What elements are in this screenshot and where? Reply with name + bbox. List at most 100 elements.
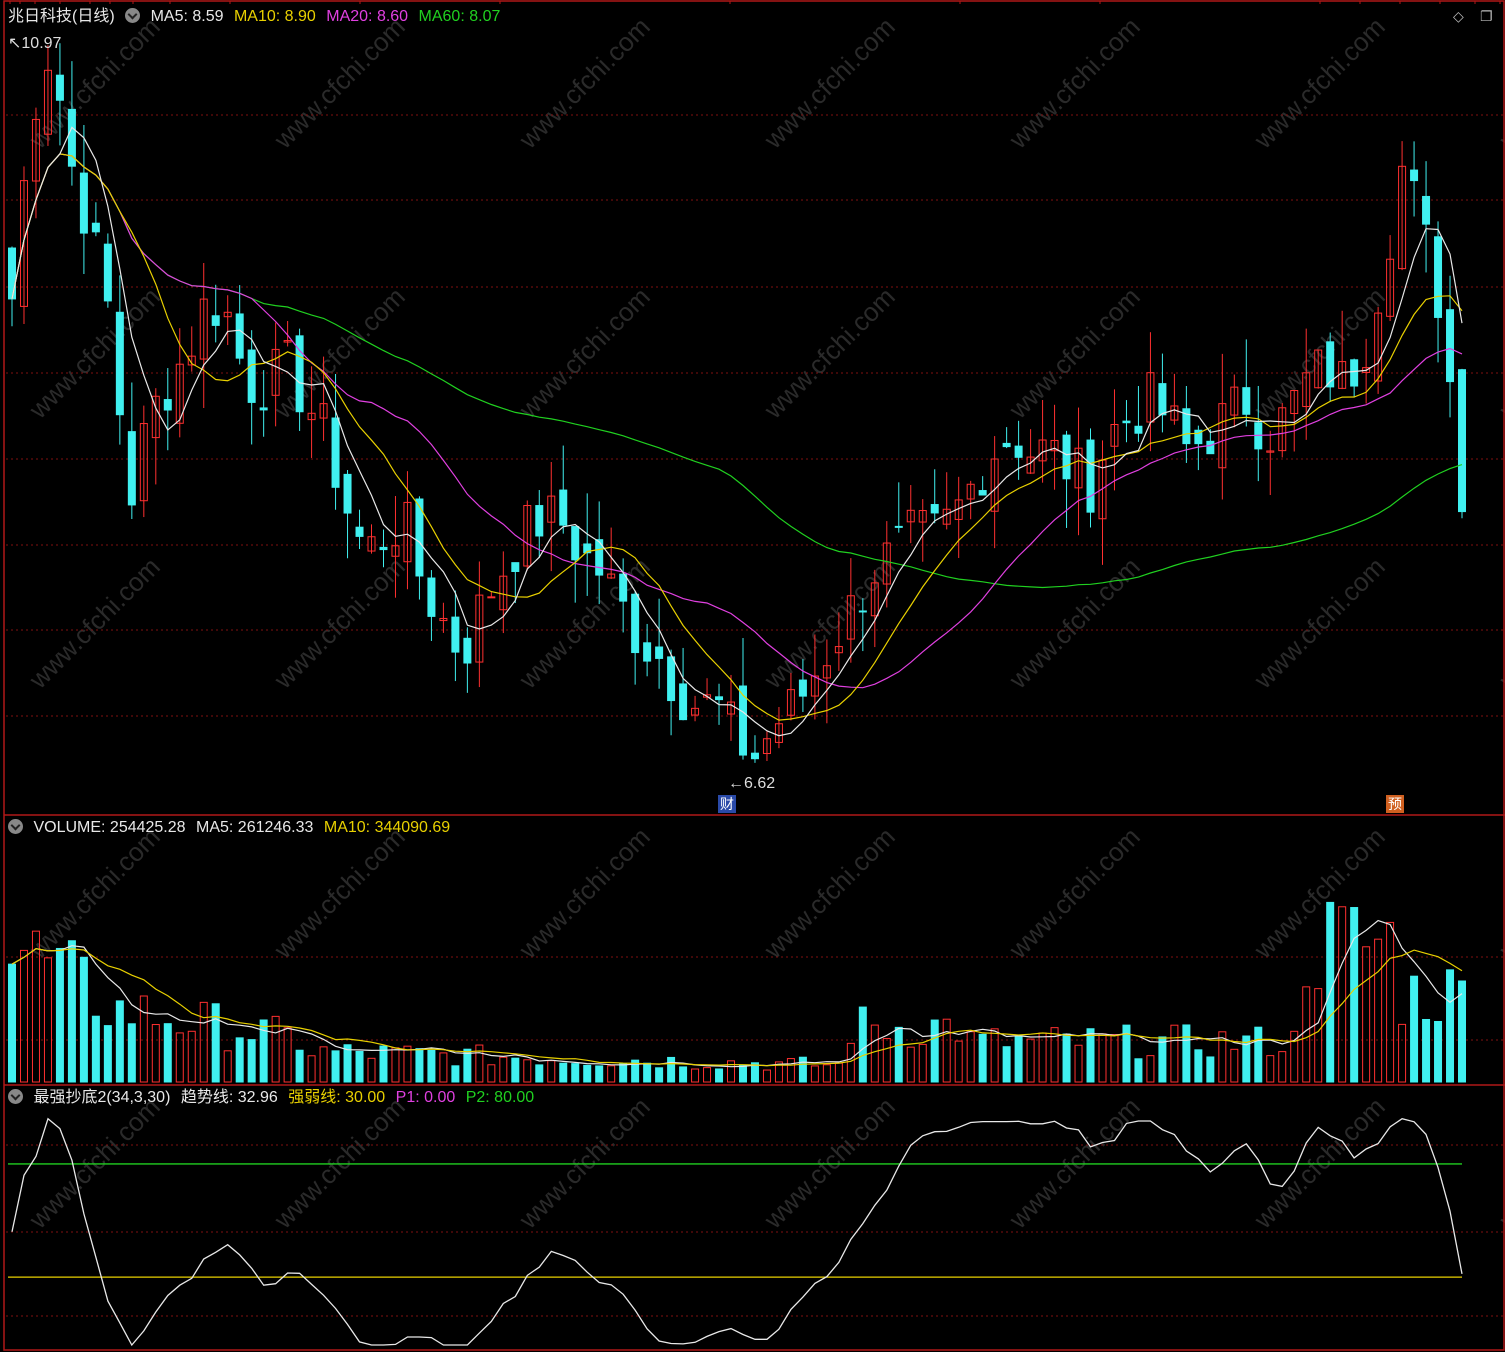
volume-bar <box>463 1048 472 1083</box>
volume-bar <box>1002 1046 1011 1083</box>
candle-body <box>715 696 724 701</box>
tag-cai[interactable]: 财 <box>718 795 736 813</box>
candle-body <box>91 222 100 233</box>
volume-bar <box>1350 907 1359 1083</box>
candle-body <box>1122 420 1131 424</box>
watermark-text: www.cfchi.com <box>757 11 900 154</box>
volume-bar <box>1134 1058 1143 1083</box>
volume-bar <box>954 1040 963 1083</box>
p1-label: P1: 0.00 <box>395 1089 456 1106</box>
tag-yu[interactable]: 预 <box>1386 795 1404 813</box>
watermark-text: www.cfchi.com <box>22 551 165 694</box>
ma5-line <box>11 126 1463 737</box>
volume-bar <box>127 1023 136 1083</box>
volume-bar <box>1194 1049 1203 1083</box>
candle-body <box>1014 445 1023 458</box>
volume-bar <box>1314 988 1323 1083</box>
ma10-label: MA10: 8.90 <box>233 8 316 25</box>
volume-bar <box>307 1055 316 1083</box>
ma60-label: MA60: 8.07 <box>418 8 501 25</box>
volume-bar <box>822 1064 831 1083</box>
volume-bar <box>1014 1035 1023 1083</box>
volume-bar <box>19 949 28 1083</box>
candle-body <box>1206 440 1215 455</box>
watermark-text: www.cfchi.com <box>1247 11 1390 154</box>
volume-bar <box>655 1067 664 1083</box>
price-panel[interactable] <box>8 43 1466 763</box>
candle-body <box>511 562 520 572</box>
volume-legend: VOLUME: 254425.28 MA5: 261246.33 MA10: 3… <box>8 818 456 838</box>
volume-bar <box>1170 1024 1179 1083</box>
price-high-label: 10.97 <box>21 35 62 52</box>
volume-panel[interactable] <box>8 901 1466 1083</box>
volume-bar <box>1386 921 1395 1083</box>
kline-chart-canvas[interactable]: www.cfchi.com www.cfchi.com www.cfchi.com w… <box>0 0 1505 1352</box>
volume-bar <box>187 1030 196 1083</box>
indicator-legend: 最强抄底2(34,3,30) 趋势线: 32.96 强弱线: 30.00 P1:… <box>8 1088 540 1108</box>
watermark-text: www.cfchi.com <box>512 1091 655 1234</box>
candle-body <box>1350 359 1359 387</box>
volume-bar <box>738 1065 747 1083</box>
stock-title[interactable]: 兆日科技(日线) <box>8 8 115 25</box>
watermark-text: www.cfchi.com <box>1002 281 1145 424</box>
restore-icon[interactable]: ❐ <box>1480 8 1493 25</box>
candle-body <box>798 679 807 697</box>
volume-bar <box>415 1048 424 1083</box>
price-low-label: ←6.62 <box>728 775 776 792</box>
volume-bar <box>1446 969 1455 1083</box>
volume-bar <box>91 1015 100 1083</box>
volume-bar <box>211 1003 220 1083</box>
volume-bar <box>355 1050 364 1083</box>
candle-body <box>115 311 124 416</box>
volume-bar <box>103 1025 112 1083</box>
watermark-text: www.cfchi.com <box>1002 821 1145 964</box>
volume-bar <box>978 1033 987 1083</box>
candle-body <box>655 646 664 659</box>
volume-bar <box>43 957 52 1083</box>
watermark-text: www.cfchi.com <box>267 821 410 964</box>
volume-bar <box>942 1018 951 1083</box>
volume-bar <box>894 1026 903 1083</box>
volume-bar <box>283 1027 292 1083</box>
volume-bar <box>667 1056 676 1083</box>
candle-body <box>211 315 220 326</box>
candle-body <box>858 610 867 613</box>
volume-bar <box>1422 1018 1431 1083</box>
volume-bar <box>235 1037 244 1083</box>
volume-bar <box>559 1062 568 1083</box>
volume-bar <box>1254 1026 1263 1083</box>
candle-body <box>978 490 987 496</box>
watermark-text: www.cfchi.com <box>267 551 410 694</box>
watermark-text: www.cfchi.com <box>1492 1091 1505 1234</box>
volume-bar <box>786 1058 795 1083</box>
candle-body <box>127 431 136 506</box>
candle-body <box>631 593 640 654</box>
volume-bar <box>918 1043 927 1083</box>
volume-bar <box>55 947 64 1083</box>
watermark-text: www.cfchi.com <box>1492 11 1505 154</box>
candle-body <box>1158 383 1167 416</box>
legend-toggle-icon[interactable] <box>125 8 141 23</box>
volume-bar <box>1458 980 1466 1083</box>
volume-bar <box>1110 1034 1119 1083</box>
indicator-toggle-icon[interactable] <box>8 1089 23 1104</box>
strong-weak-label: 强弱线: 30.00 <box>288 1089 386 1106</box>
candle-body <box>55 74 64 101</box>
candle-body <box>930 504 939 514</box>
volume-bar <box>1158 1036 1167 1083</box>
candle-body <box>1422 195 1431 225</box>
diamond-icon[interactable]: ◇ <box>1453 8 1464 25</box>
volume-bar <box>1266 1055 1275 1083</box>
indicator-name[interactable]: 最强抄底2(34,3,30) <box>33 1089 170 1106</box>
volume-bar <box>846 1042 855 1083</box>
volume-bar <box>199 1001 208 1083</box>
volume-toggle-icon[interactable] <box>8 819 23 834</box>
watermark-text: www.cfchi.com <box>757 821 900 964</box>
volume-bar <box>1362 946 1371 1083</box>
watermark-text: www.cfchi.com <box>1492 551 1505 694</box>
candle-body <box>1410 169 1419 182</box>
volume-bar <box>810 1065 819 1083</box>
watermark-text: www.cfchi.com <box>1247 821 1390 964</box>
volume-bar <box>607 1065 616 1083</box>
candle-body <box>619 573 628 602</box>
